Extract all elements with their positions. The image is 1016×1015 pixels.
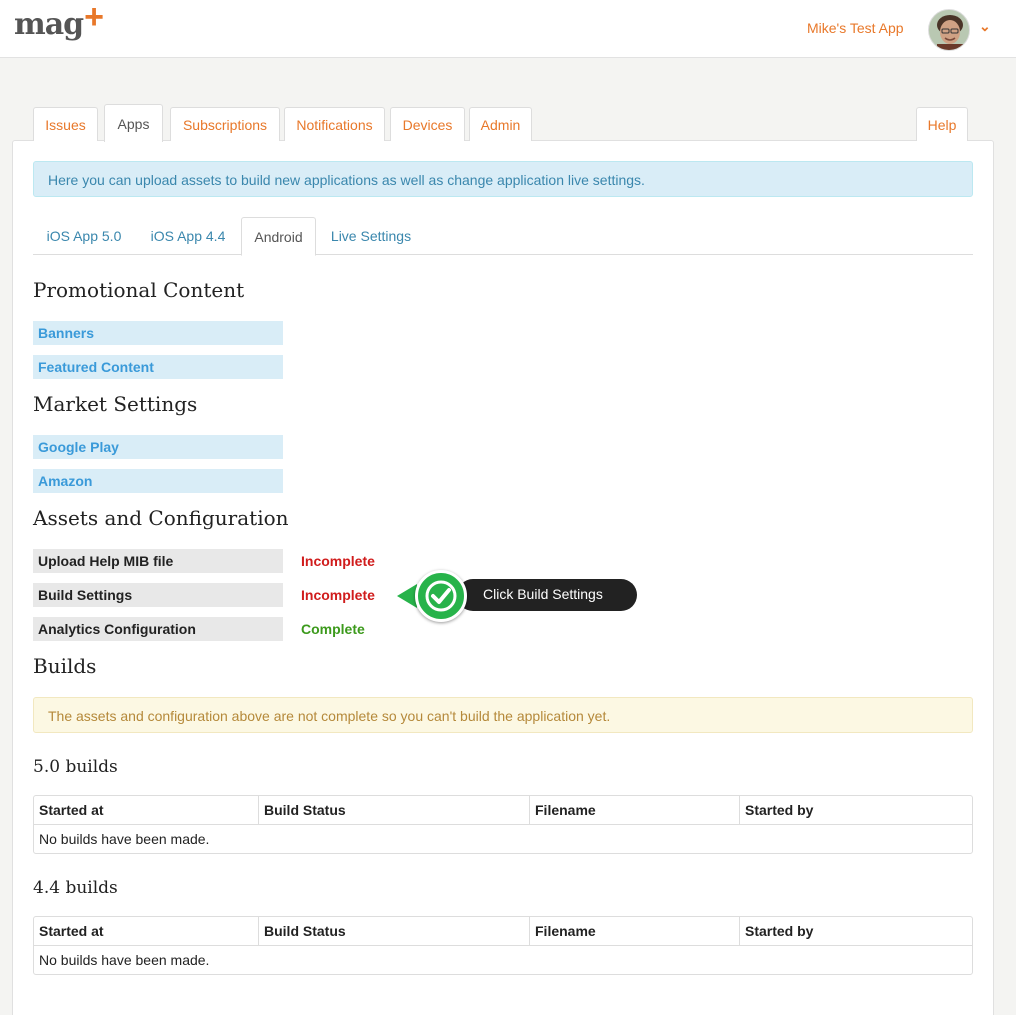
info-message: Here you can upload assets to build new …: [33, 161, 973, 197]
app-name-link[interactable]: Mike's Test App: [807, 20, 904, 36]
table-header-row: Started at Build Status Filename Started…: [34, 796, 972, 825]
col-build-status: Build Status: [258, 917, 529, 946]
builds-4-title: 4.4 builds: [33, 878, 118, 898]
tab-notifications[interactable]: Notifications: [284, 107, 385, 141]
tab-subscriptions[interactable]: Subscriptions: [170, 107, 280, 141]
subtab-ios-5[interactable]: iOS App 5.0: [33, 217, 135, 255]
analytics-configuration-link[interactable]: Analytics Configuration: [33, 617, 283, 641]
status-badge: Complete: [301, 621, 365, 637]
user-avatar[interactable]: [928, 9, 970, 51]
logo-text: mag: [14, 7, 84, 42]
tab-apps[interactable]: Apps: [104, 104, 163, 142]
top-bar: mag+ Mike's Test App ⌄: [0, 0, 1016, 58]
col-started-at: Started at: [34, 796, 258, 825]
check-icon: [415, 570, 467, 622]
tab-admin[interactable]: Admin: [469, 107, 532, 141]
status-badge: Incomplete: [301, 553, 375, 569]
tab-devices[interactable]: Devices: [390, 107, 465, 141]
builds-5-table: Started at Build Status Filename Started…: [33, 795, 973, 854]
amazon-link[interactable]: Amazon: [33, 469, 283, 493]
builds-4-table: Started at Build Status Filename Started…: [33, 916, 973, 975]
col-filename: Filename: [529, 917, 739, 946]
tab-issues[interactable]: Issues: [33, 107, 98, 141]
google-play-link[interactable]: Google Play: [33, 435, 283, 459]
builds-title: Builds: [33, 654, 97, 678]
tutorial-callout: Click Build Settings: [397, 570, 639, 622]
promotional-title: Promotional Content: [33, 278, 245, 302]
col-started-by: Started by: [739, 917, 972, 946]
chevron-down-icon[interactable]: ⌄: [979, 18, 991, 35]
banners-link[interactable]: Banners: [33, 321, 283, 345]
assets-title: Assets and Configuration: [33, 506, 289, 530]
sub-tabs: iOS App 5.0 iOS App 4.4 Android Live Set…: [33, 217, 973, 256]
featured-content-link[interactable]: Featured Content: [33, 355, 283, 379]
subtab-live-settings[interactable]: Live Settings: [321, 217, 421, 255]
empty-builds-text: No builds have been made.: [39, 952, 210, 968]
build-settings-link[interactable]: Build Settings: [33, 583, 283, 607]
upload-help-mib-link[interactable]: Upload Help MIB file: [33, 549, 283, 573]
table-row: No builds have been made.: [34, 825, 972, 853]
builds-5-title: 5.0 builds: [33, 757, 118, 777]
callout-text: Click Build Settings: [457, 579, 637, 611]
table-header-row: Started at Build Status Filename Started…: [34, 917, 972, 946]
col-started-by: Started by: [739, 796, 972, 825]
logo-plus: +: [84, 0, 104, 36]
col-started-at: Started at: [34, 917, 258, 946]
market-title: Market Settings: [33, 392, 198, 416]
col-build-status: Build Status: [258, 796, 529, 825]
subtab-ios-4[interactable]: iOS App 4.4: [139, 217, 237, 255]
empty-builds-text: No builds have been made.: [39, 831, 210, 847]
status-badge: Incomplete: [301, 587, 375, 603]
table-row: No builds have been made.: [34, 946, 972, 974]
tab-help[interactable]: Help: [916, 107, 968, 141]
callout-arrow: [397, 584, 417, 608]
builds-warning: The assets and configuration above are n…: [33, 697, 973, 733]
subtab-android[interactable]: Android: [241, 217, 316, 256]
mag-logo[interactable]: mag+: [14, 0, 104, 43]
col-filename: Filename: [529, 796, 739, 825]
